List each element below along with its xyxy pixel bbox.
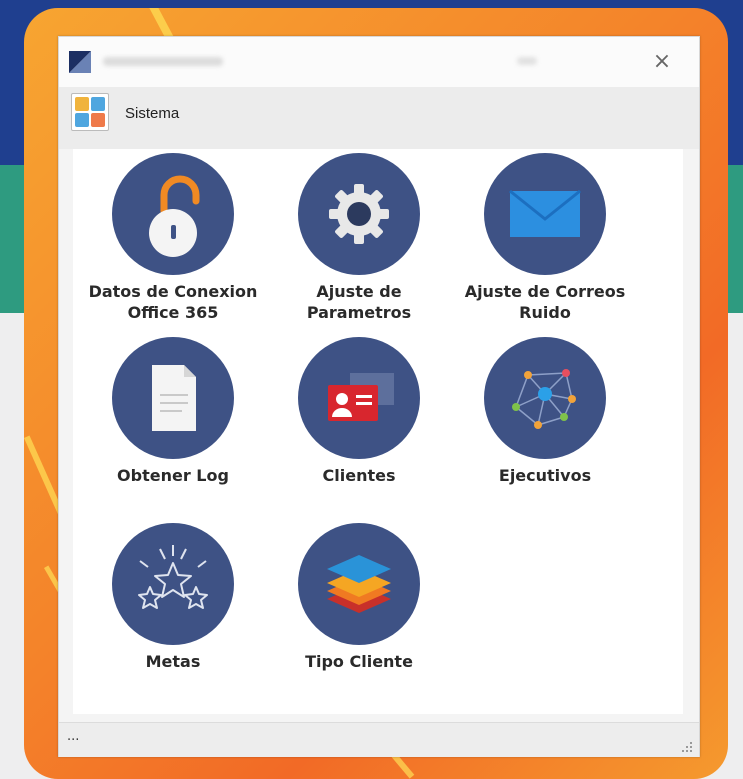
stars-icon — [138, 545, 208, 609]
tile-label: Obtener Log — [117, 466, 229, 485]
section-header: Sistema — [59, 87, 699, 149]
sistema-window: × Sistema Datos de Conexion Office 365 A… — [58, 36, 700, 757]
tile-label: Clientes — [322, 466, 396, 485]
contact-card-icon — [328, 373, 394, 421]
network-icon — [512, 369, 576, 429]
layers-icon — [327, 555, 391, 613]
tile-obtener-log[interactable]: Obtener Log — [81, 337, 265, 486]
tiles-panel: Datos de Conexion Office 365 Ajuste de P… — [73, 149, 683, 714]
status-bar: ... — [59, 722, 699, 757]
close-icon: × — [652, 49, 672, 74]
resize-grip-icon[interactable] — [679, 739, 693, 753]
tile-label: Ajuste de Correos Ruido — [464, 282, 626, 322]
tile-metas[interactable]: Metas — [81, 523, 265, 672]
tile-circle — [112, 337, 234, 459]
tile-label: Ejecutivos — [498, 466, 592, 485]
tile-circle — [298, 337, 420, 459]
title-bar: × — [59, 37, 699, 87]
tile-label: Tipo Cliente — [305, 652, 413, 671]
window-title-blurred-2 — [517, 57, 537, 65]
envelope-icon — [509, 189, 581, 237]
tile-circle — [298, 523, 420, 645]
app-logo-icon — [69, 51, 91, 73]
window-title-blurred — [103, 57, 223, 66]
tile-circle — [298, 153, 420, 275]
tile-label: Metas — [145, 652, 201, 671]
tile-tipo-cliente[interactable]: Tipo Cliente — [267, 523, 451, 672]
section-title: Sistema — [125, 105, 180, 122]
tile-circle — [484, 337, 606, 459]
tile-circle — [484, 153, 606, 275]
padlock-icon — [149, 175, 200, 257]
tile-circle — [112, 153, 234, 275]
document-icon — [152, 365, 196, 431]
tile-ajuste-correos[interactable]: Ajuste de Correos Ruido — [453, 153, 637, 323]
close-button[interactable]: × — [645, 45, 679, 79]
tile-clientes[interactable]: Clientes — [267, 337, 451, 486]
system-module-icon — [71, 93, 109, 131]
tile-label: Datos de Conexion Office 365 — [88, 282, 258, 322]
tile-circle — [112, 523, 234, 645]
status-text: ... — [67, 729, 80, 744]
gear-icon — [329, 184, 389, 244]
tile-label: Ajuste de Parametros — [306, 282, 412, 322]
tile-ajuste-parametros[interactable]: Ajuste de Parametros — [267, 153, 451, 323]
tile-datos-conexion[interactable]: Datos de Conexion Office 365 — [81, 153, 265, 323]
tile-ejecutivos[interactable]: Ejecutivos — [453, 337, 637, 486]
